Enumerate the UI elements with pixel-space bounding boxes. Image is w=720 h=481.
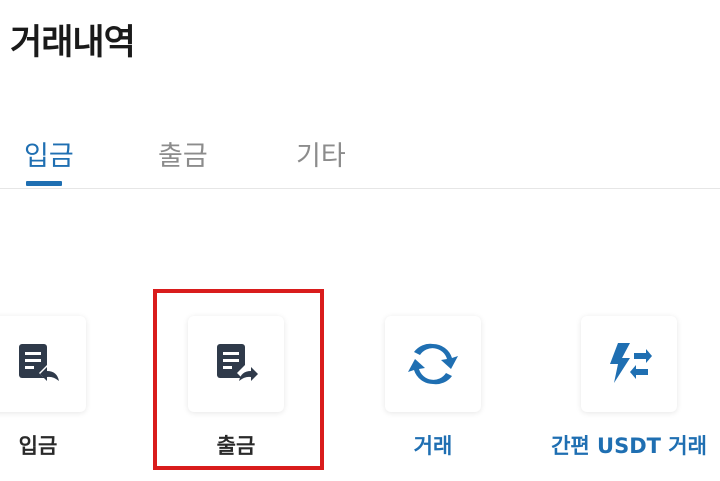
- tab-bar: 입금 출금 기타: [0, 130, 720, 189]
- refresh-icon: [408, 343, 458, 385]
- tab-withdraw[interactable]: 출금: [158, 134, 208, 173]
- deposit-label: 입금: [18, 434, 58, 458]
- active-tab-indicator: [26, 181, 62, 186]
- trade-label: 거래: [413, 434, 453, 458]
- tab-deposit[interactable]: 입금: [24, 134, 74, 173]
- quick-usdt-tile[interactable]: [581, 316, 677, 412]
- tab-other[interactable]: 기타: [296, 134, 346, 173]
- transaction-history-page: 거래내역 입금 출금 기타 입금 출금 거래 간편 USDT 거래: [0, 0, 720, 481]
- highlight-frame: [153, 289, 324, 470]
- deposit-doc-icon: [19, 344, 59, 381]
- quick-swap-icon: [610, 343, 652, 383]
- trade-tile[interactable]: [385, 316, 481, 412]
- quick-usdt-label: 간편 USDT 거래: [551, 434, 707, 458]
- deposit-tile[interactable]: [0, 316, 86, 412]
- page-title: 거래내역: [10, 23, 136, 63]
